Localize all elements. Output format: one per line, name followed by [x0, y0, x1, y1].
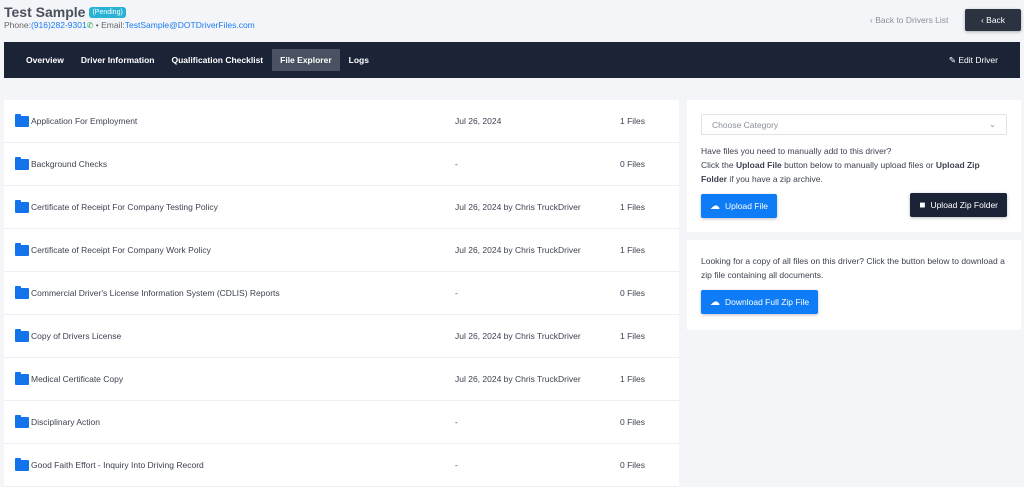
folder-date: Jul 26, 2024 by Chris TruckDriver: [455, 245, 581, 255]
tab-logs[interactable]: Logs: [341, 49, 377, 71]
folder-date: Jul 26, 2024 by Chris TruckDriver: [455, 331, 581, 341]
folder-icon: [15, 242, 29, 256]
folder-row[interactable]: Commercial Driver's License Information …: [4, 272, 679, 315]
folder-icon: [15, 285, 29, 299]
cloud-upload-icon: ☁: [710, 200, 720, 212]
folder-icon: [15, 113, 29, 127]
phone-label: Phone:: [4, 20, 31, 30]
folder-date: Jul 26, 2024: [455, 116, 502, 126]
file-count: 0 Files: [620, 288, 646, 298]
back-to-drivers-link[interactable]: ‹ Back to Drivers List: [870, 15, 948, 25]
file-count: 0 Files: [620, 159, 646, 169]
email-label: Email:: [101, 20, 125, 30]
file-count: 1 Files: [620, 116, 646, 126]
upload-zip-label: Upload Zip Folder: [930, 200, 998, 210]
folder-icon: [15, 414, 29, 428]
file-count: 1 Files: [620, 245, 646, 255]
folder-icon: [15, 199, 29, 213]
file-count: 1 Files: [620, 202, 646, 212]
t: button below to manually upload files or: [781, 160, 936, 170]
folder-row[interactable]: Disciplinary Action - 0 Files: [4, 401, 679, 444]
back-button[interactable]: ‹ Back: [965, 9, 1021, 31]
driver-name: Test Sample (Pending): [4, 4, 126, 20]
folder-name: Disciplinary Action: [31, 417, 100, 427]
file-count: 1 Files: [620, 374, 646, 384]
download-zip-label: Download Full Zip File: [725, 297, 810, 307]
phone-icon: ✆: [86, 21, 94, 30]
t: Click the: [701, 160, 736, 170]
folder-row[interactable]: Application For Employment Jul 26, 2024 1 …: [4, 100, 679, 143]
file-folder-list: Application For Employment Jul 26, 2024 1 …: [4, 100, 679, 487]
cloud-download-icon: ☁: [710, 296, 720, 308]
folder-date: -: [455, 159, 458, 169]
folder-date: -: [455, 288, 458, 298]
contact-info: Phone:(916)282-9301✆ • Email:TestSample@…: [4, 20, 255, 30]
driver-nav: Overview Driver Information Qualificatio…: [4, 42, 1020, 78]
edit-driver-label: Edit Driver: [958, 55, 998, 65]
folder-date: -: [455, 417, 458, 427]
chevron-down-icon: ⌄: [988, 119, 996, 129]
folder-name: Copy of Drivers License: [31, 331, 122, 341]
tab-qualification-checklist[interactable]: Qualification Checklist: [164, 49, 272, 71]
category-select[interactable]: Choose Category ⌄: [701, 114, 1007, 135]
file-count: 0 Files: [620, 460, 646, 470]
email-link[interactable]: TestSample@DOTDriverFiles.com: [125, 20, 255, 30]
upload-zip-folder-button[interactable]: ■ Upload Zip Folder: [910, 193, 1007, 217]
upload-file-button[interactable]: ☁ Upload File: [701, 194, 777, 218]
folder-row[interactable]: Good Faith Effort - Inquiry Into Driving…: [4, 444, 679, 487]
upload-instructions: Have files you need to manually add to t…: [701, 144, 1007, 186]
upload-card: Choose Category ⌄ Have files you need to …: [687, 100, 1021, 232]
upload-instructions-line1: Have files you need to manually add to t…: [701, 146, 892, 156]
folder-icon: [15, 457, 29, 471]
pencil-icon: ✎: [948, 55, 956, 65]
category-select-value: Choose Category: [712, 119, 779, 130]
status-badge: (Pending): [89, 6, 126, 18]
folder-row[interactable]: Medical Certificate Copy Jul 26, 2024 by …: [4, 358, 679, 401]
folder-row[interactable]: Certificate of Receipt For Company Testi…: [4, 186, 679, 229]
folder-name: Certificate of Receipt For Company Testi…: [31, 202, 218, 212]
t: if you have a zip archive.: [726, 174, 823, 184]
upload-file-label: Upload File: [725, 201, 768, 211]
folder-row[interactable]: Certificate of Receipt For Company Work …: [4, 229, 679, 272]
folder-name: Certificate of Receipt For Company Work …: [31, 245, 211, 255]
edit-driver-button[interactable]: ✎ Edit Driver: [949, 55, 998, 66]
folder-name: Medical Certificate Copy: [31, 374, 124, 384]
folder-name: Good Faith Effort - Inquiry Into Driving…: [31, 460, 204, 470]
folder-name: Application For Employment: [31, 116, 138, 126]
folder-row[interactable]: Copy of Drivers License Jul 26, 2024 by C…: [4, 315, 679, 358]
tab-driver-information[interactable]: Driver Information: [73, 49, 163, 71]
driver-name-text: Test Sample: [4, 4, 86, 20]
download-zip-button[interactable]: ☁ Download Full Zip File: [701, 290, 819, 314]
tab-overview[interactable]: Overview: [18, 49, 72, 71]
file-count: 0 Files: [620, 417, 646, 427]
folder-row[interactable]: Background Checks - 0 Files: [4, 143, 679, 186]
download-instructions: Looking for a copy of all files on this …: [701, 256, 1005, 280]
upload-instructions-line2: Click the Upload File button below to ma…: [701, 158, 1007, 186]
folder-date: Jul 26, 2024 by Chris TruckDriver: [455, 374, 581, 384]
folder-date: -: [455, 460, 458, 470]
t: Upload File: [735, 160, 782, 170]
folder-icon: ■: [919, 199, 926, 211]
folder-icon: [15, 371, 29, 385]
folder-name: Background Checks: [31, 159, 108, 169]
folder-name: Commercial Driver's License Information …: [31, 288, 280, 298]
tab-file-explorer[interactable]: File Explorer: [272, 49, 340, 71]
folder-icon: [15, 156, 29, 170]
folder-icon: [15, 328, 29, 342]
file-count: 1 Files: [620, 331, 646, 341]
folder-date: Jul 26, 2024 by Chris TruckDriver: [455, 202, 581, 212]
download-card: Looking for a copy of all files on this …: [687, 240, 1021, 330]
phone-link[interactable]: (916)282-9301: [31, 20, 87, 30]
